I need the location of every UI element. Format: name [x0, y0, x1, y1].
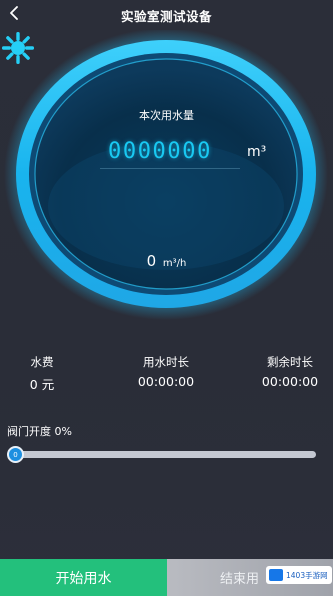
gauge-ring — [4, 30, 328, 320]
water-usage-gauge: 本次用水量 0000000 m³ 0 m³/h — [0, 30, 333, 320]
stat-used-time: 用水时长 00:00:00 — [116, 354, 216, 389]
watermark-text: 1403手游网 — [286, 570, 328, 580]
valve-thumb-text: 0 — [13, 450, 18, 459]
usage-stats: 水费 0 元 用水时长 00:00:00 剩余时长 00:00:00 — [0, 354, 333, 394]
spinner-icon — [2, 32, 34, 64]
flow-rate-unit: m³/h — [162, 258, 187, 269]
stat-remaining-time: 剩余时长 00:00:00 — [240, 354, 333, 389]
reading-divider — [100, 168, 240, 169]
water-device-screen: 实验室测试设备 本次用水量 0000000 m³ 0 m³/h 水费 0 元 用… — [0, 0, 333, 596]
fee-label: 水费 — [30, 355, 54, 369]
top-bar: 实验室测试设备 — [0, 0, 333, 30]
valve-slider-thumb[interactable]: 0 — [7, 446, 24, 463]
remaining-time-label: 剩余时长 — [267, 355, 313, 369]
used-time-value: 00:00:00 — [137, 374, 195, 389]
stat-fee: 水费 0 元 — [12, 354, 72, 393]
usage-label: 本次用水量 — [139, 109, 194, 122]
valve-opening-label: 阀门开度 0% — [7, 425, 72, 438]
used-time-label: 用水时长 — [143, 355, 189, 369]
fee-value: 0 元 — [29, 377, 55, 392]
watermark-badge: 1403手游网 — [266, 566, 332, 584]
flow-rate: 0 m³/h — [0, 252, 333, 270]
flow-rate-value: 0 — [146, 252, 157, 270]
start-water-button[interactable]: 开始用水 — [0, 559, 167, 596]
usage-reading: 0000000 — [108, 139, 212, 164]
valve-slider-track[interactable] — [8, 451, 316, 458]
page-title: 实验室测试设备 — [120, 9, 212, 24]
usage-unit: m³ — [247, 144, 267, 160]
watermark-logo-icon — [269, 569, 283, 581]
remaining-time-value: 00:00:00 — [261, 374, 319, 389]
